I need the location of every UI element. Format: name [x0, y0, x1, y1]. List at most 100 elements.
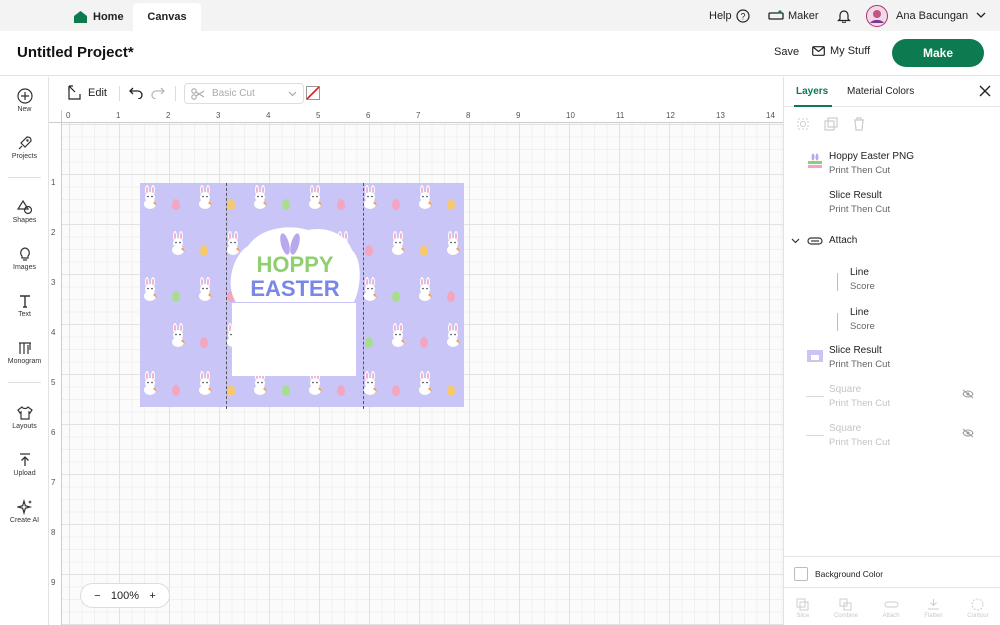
tab-home[interactable]: Home [74, 3, 124, 31]
help-label: Help [709, 9, 732, 22]
ruler-tick-label: 11 [616, 111, 625, 120]
sidebar-item-create-ai[interactable]: Create AI [0, 499, 49, 524]
sidebar-item-label: Upload [13, 470, 36, 477]
egg-graphic [365, 245, 373, 256]
egg-graphic [392, 385, 400, 396]
operation-value: Basic Cut [212, 88, 255, 99]
layer-title: Square [829, 384, 862, 395]
sidebar-item-layouts[interactable]: Layouts [0, 405, 49, 430]
make-button[interactable]: Make [892, 39, 984, 67]
zoom-out-button[interactable]: − [94, 590, 100, 602]
trash-icon[interactable] [852, 117, 866, 131]
layer-item-line[interactable]: Line Score [784, 307, 1000, 343]
group-icon[interactable] [796, 117, 810, 131]
bunny-graphic [199, 277, 212, 301]
layer-thumbnail [807, 350, 823, 362]
tab-canvas[interactable]: Canvas [133, 3, 201, 31]
notifications-button[interactable] [837, 0, 851, 31]
tab-layers[interactable]: Layers [793, 86, 833, 107]
contour-button[interactable]: Contour [967, 598, 989, 619]
my-stuff-button[interactable]: My Stuff [812, 45, 870, 57]
layer-thumbnail [806, 396, 824, 397]
ruler-tick-label: 9 [516, 111, 521, 120]
bunny-graphic [419, 185, 432, 209]
layer-group-attach[interactable]: Attach [784, 235, 1000, 271]
bunny-graphic [254, 185, 267, 209]
layer-operation: Print Then Cut [829, 398, 891, 409]
score-line[interactable] [363, 183, 364, 409]
help-button[interactable]: Help ? [709, 0, 750, 31]
sidebar-item-new[interactable]: New [0, 88, 49, 113]
sidebar-item-shapes[interactable]: Shapes [0, 199, 49, 224]
sidebar-item-label: Layouts [12, 423, 37, 430]
zoom-in-button[interactable]: + [149, 590, 155, 602]
ruler-tick-label: 5 [51, 378, 56, 387]
sidebar-item-label: New [17, 106, 32, 113]
eye-hidden-icon[interactable] [962, 428, 974, 438]
zoom-control: − 100% + [80, 583, 170, 608]
layer-item-hoppy-easter-png[interactable]: Hoppy Easter PNG Print Then Cut [784, 151, 1000, 187]
rocket-icon [18, 136, 32, 150]
sidebar-item-label: Shapes [12, 217, 37, 224]
sidebar-item-upload[interactable]: Upload [0, 452, 49, 477]
bunny-graphic [309, 185, 322, 209]
sidebar-item-images[interactable]: Images [0, 246, 49, 271]
layer-thumbnail [806, 435, 824, 436]
ruler-tick-label: 10 [566, 111, 575, 120]
contour-icon [971, 598, 984, 611]
maker-button[interactable]: Maker [768, 0, 819, 31]
project-title[interactable]: Untitled Project* [17, 44, 134, 61]
layer-item-square-hidden[interactable]: Square Print Then Cut [784, 384, 1000, 420]
score-line[interactable] [226, 183, 227, 409]
ruler-tick-label: 0 [66, 111, 71, 120]
operation-select[interactable]: Basic Cut [184, 83, 304, 104]
redo-icon[interactable] [151, 87, 165, 99]
sidebar-divider [8, 177, 41, 178]
maker-label: Maker [788, 9, 819, 22]
layer-title: Slice Result [829, 190, 882, 201]
sidebar-item-label: Monogram [7, 358, 42, 365]
close-icon[interactable] [979, 85, 991, 97]
bunny-graphic [172, 323, 185, 347]
layer-item-square-hidden[interactable]: Square Print Then Cut [784, 423, 1000, 459]
bunny-graphic [199, 371, 212, 395]
combine-button[interactable]: Combine [834, 598, 858, 619]
tool-label: Contour [967, 613, 989, 619]
ruler-tick-label: 1 [116, 111, 121, 120]
undo-icon[interactable] [129, 87, 143, 99]
layer-item-slice-result[interactable]: Slice Result Print Then Cut [784, 345, 1000, 381]
user-name: Ana Bacungan [896, 9, 969, 22]
tool-label: Attach [882, 613, 900, 619]
egg-graphic [337, 385, 345, 396]
chevron-down-icon[interactable] [791, 238, 800, 244]
layer-operation: Print Then Cut [829, 437, 891, 448]
background-color-checkbox[interactable] [794, 567, 808, 581]
square-shape[interactable] [232, 303, 356, 376]
panel-bottom-tools: Slice Combine Attach Flatten Contour [784, 587, 1000, 625]
edit-button[interactable]: Edit [68, 85, 107, 100]
layer-item-line[interactable]: Line Score [784, 267, 1000, 303]
color-swatch-icon[interactable] [306, 86, 320, 100]
user-menu[interactable]: Ana Bacungan [866, 0, 986, 31]
sidebar-item-projects[interactable]: Projects [0, 135, 49, 160]
bulb-icon [19, 247, 30, 261]
duplicate-icon[interactable] [824, 117, 838, 131]
tab-material-colors[interactable]: Material Colors [847, 86, 914, 97]
eye-hidden-icon[interactable] [962, 389, 974, 399]
hoppy-easter-graphic[interactable]: HOPPY EASTER [228, 224, 362, 306]
ruler-tick-label: 5 [316, 111, 321, 120]
egg-graphic [392, 291, 400, 302]
sidebar-item-monogram[interactable]: Monogram [0, 340, 49, 365]
sidebar-item-text[interactable]: Text [0, 293, 49, 318]
layer-operation: Score [850, 321, 875, 332]
ruler-horizontal: 0 1 2 3 4 5 6 7 8 9 10 11 12 13 14 [49, 110, 783, 123]
layer-item-slice-result[interactable]: Slice Result Print Then Cut [784, 190, 1000, 226]
slice-button[interactable]: Slice [796, 598, 809, 619]
flatten-button[interactable]: Flatten [924, 598, 943, 619]
save-button[interactable]: Save [774, 46, 799, 58]
background-color-option[interactable]: Background Color [794, 567, 883, 581]
bunny-graphic [144, 277, 157, 301]
chevron-down-icon [976, 12, 986, 18]
attach-button[interactable]: Attach [883, 598, 900, 619]
attach-icon [807, 237, 823, 245]
